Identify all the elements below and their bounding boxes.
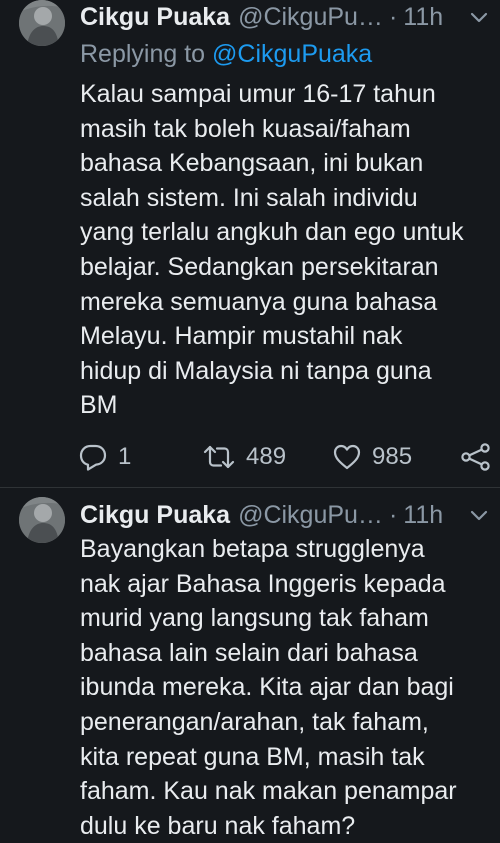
timestamp[interactable]: 11h (403, 501, 443, 530)
author-name[interactable]: Cikgu Puaka (80, 501, 230, 530)
retweet-icon (203, 445, 235, 469)
retweet-count: 489 (246, 443, 287, 470)
separator-dot: · (388, 2, 398, 31)
reply-count: 1 (118, 443, 132, 470)
tweet-header: Cikgu Puaka @CikguPu… · 11h (80, 500, 488, 530)
tweet[interactable]: Cikgu Puaka @CikguPu… · 11h Bayangkan be… (0, 487, 500, 843)
share-icon (461, 443, 490, 471)
reply-icon (79, 444, 107, 471)
heart-icon (333, 444, 361, 470)
author-handle[interactable]: @CikguPu… (238, 3, 383, 32)
tweet-text: Bayangkan betapa strugglenya nak ajar Ba… (80, 535, 457, 840)
replying-to: Replying to @CikguPuaka (80, 40, 372, 69)
tweet-text: Kalau sampai umur 16-17 tahun masih tak … (80, 80, 464, 420)
chevron-down-icon[interactable] (468, 6, 490, 28)
tweet-actions: 1 489 985 (78, 440, 498, 474)
like-button[interactable]: 985 (332, 440, 412, 474)
author-handle[interactable]: @CikguPu… (238, 501, 383, 530)
replying-label: Replying to (80, 40, 206, 68)
retweet-button[interactable]: 489 (202, 440, 286, 474)
author-name[interactable]: Cikgu Puaka (80, 3, 230, 32)
avatar[interactable] (19, 0, 65, 46)
like-count: 985 (372, 443, 413, 470)
reply-button[interactable]: 1 (78, 440, 131, 474)
share-button[interactable] (460, 440, 492, 474)
avatar[interactable] (19, 497, 65, 543)
separator-dot: · (388, 500, 398, 529)
tweet-header: Cikgu Puaka @CikguPu… · 11h (80, 2, 488, 32)
chevron-down-icon[interactable] (468, 504, 490, 526)
tweet[interactable]: Cikgu Puaka @CikguPu… · 11h Replying to … (0, 0, 500, 487)
timestamp[interactable]: 11h (403, 3, 443, 32)
reply-mention-link[interactable]: @CikguPuaka (212, 40, 372, 68)
